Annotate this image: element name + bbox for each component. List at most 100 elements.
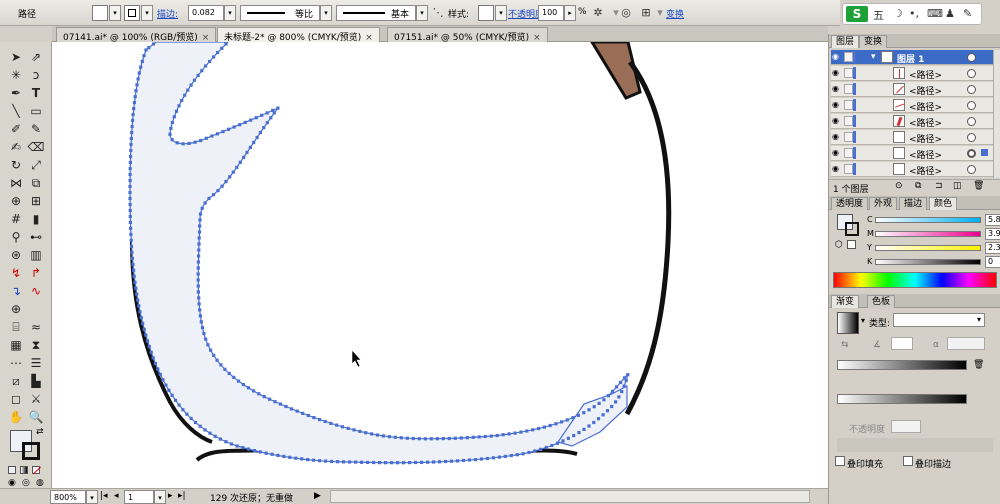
anchor-point[interactable]	[288, 455, 292, 459]
anchor-point[interactable]	[212, 193, 216, 197]
lasso-tool-icon[interactable]: ↄ	[26, 66, 46, 85]
anchor-point[interactable]	[245, 150, 249, 154]
anchor-point[interactable]	[189, 416, 193, 421]
tab-transform[interactable]: 变换	[859, 35, 888, 48]
anchor-point[interactable]	[560, 420, 564, 424]
anchor-point[interactable]	[423, 437, 427, 441]
anchor-point[interactable]	[241, 446, 245, 450]
anchor-point[interactable]	[129, 238, 133, 242]
anchor-point[interactable]	[213, 434, 217, 438]
anchor-point[interactable]	[265, 121, 269, 125]
anchor-point[interactable]	[384, 461, 388, 465]
anchor-point[interactable]	[432, 460, 436, 464]
gradient-thumbnail[interactable]	[837, 312, 859, 334]
mesh-tool-icon[interactable]: #	[6, 210, 26, 229]
none-swatch[interactable]	[847, 240, 856, 249]
anchor-point[interactable]	[252, 389, 256, 393]
anchor-point[interactable]	[192, 78, 197, 82]
recolor-icon[interactable]: ✲	[590, 5, 606, 21]
anchor-point[interactable]	[151, 42, 156, 46]
status-menu-icon[interactable]: ▶	[314, 491, 321, 501]
paintbrush-tool-icon[interactable]: ✐	[6, 120, 26, 139]
anchor-point[interactable]	[187, 141, 191, 145]
anchor-point[interactable]	[248, 145, 252, 149]
gradient-opacity-input[interactable]	[891, 420, 921, 433]
anchor-point[interactable]	[212, 55, 216, 59]
anchor-point[interactable]	[199, 320, 203, 324]
selection-square-icon[interactable]	[981, 149, 988, 156]
user-icon[interactable]: ♟	[945, 7, 955, 20]
anchor-point[interactable]	[429, 437, 433, 441]
clipping-mask-icon[interactable]: ⧉	[915, 181, 921, 191]
path-name[interactable]: <路径>	[909, 100, 942, 113]
anchor-point[interactable]	[544, 445, 548, 450]
anchor-point[interactable]	[372, 460, 376, 465]
zoom-level-field[interactable]: 800%	[50, 490, 86, 504]
anchor-point[interactable]	[128, 208, 132, 213]
stroke-swatch[interactable]	[124, 5, 140, 21]
aspect-icon[interactable]: ⍺	[933, 340, 939, 350]
gradient-tool-icon[interactable]: ▮	[26, 210, 46, 229]
anchor-point[interactable]	[231, 170, 235, 174]
anchor-point[interactable]	[204, 136, 208, 140]
anchor-point[interactable]	[393, 435, 397, 439]
fill-dropdown[interactable]: ▾	[109, 5, 121, 21]
draw-inside-icon[interactable]: ◍	[36, 478, 44, 488]
anchor-point[interactable]	[197, 242, 201, 246]
anchor-point[interactable]	[181, 408, 185, 412]
channel-value[interactable]: 5.88	[985, 214, 1000, 226]
anchor-point[interactable]	[208, 431, 212, 435]
anchor-point[interactable]	[137, 71, 141, 75]
tab-color[interactable]: 颜色	[929, 197, 958, 210]
anchor-point[interactable]	[477, 435, 481, 439]
anchor-point[interactable]	[531, 428, 535, 432]
tab-transparency[interactable]: 透明度	[831, 197, 869, 210]
anchor-point[interactable]	[491, 456, 495, 460]
anchor-point[interactable]	[200, 69, 204, 73]
reverse-gradient-icon[interactable]: ⇆	[841, 340, 849, 350]
target-circle-selected-icon[interactable]	[967, 149, 976, 158]
anchor-point[interactable]	[515, 453, 519, 457]
tab-appearance[interactable]: 外观	[869, 197, 898, 210]
zoom-dropdown[interactable]: ▾	[86, 490, 98, 504]
layer-row[interactable]: ◉ <路径>	[831, 82, 993, 97]
anchor-point[interactable]	[196, 278, 200, 282]
moon-icon[interactable]: ☽	[893, 7, 903, 20]
anchor-point[interactable]	[216, 51, 220, 55]
anchor-point[interactable]	[132, 274, 136, 278]
anchor-point[interactable]	[232, 375, 236, 379]
overprint-stroke-checkbox[interactable]	[903, 456, 913, 466]
brush-definition[interactable]: 基本	[336, 5, 416, 21]
anchor-point[interactable]	[132, 268, 136, 272]
anchor-point[interactable]	[180, 98, 184, 103]
anchor-point[interactable]	[622, 384, 626, 388]
anchor-point[interactable]	[312, 458, 316, 462]
graphic-style-icon[interactable]: ⋱	[430, 5, 446, 21]
anchor-point[interactable]	[128, 166, 132, 171]
anchor-point[interactable]	[210, 134, 214, 138]
artboard-crop-tool-icon[interactable]: ◻	[6, 390, 26, 409]
anchor-point[interactable]	[295, 409, 299, 413]
anchor-point[interactable]	[247, 447, 251, 451]
visibility-eye-icon[interactable]: ◉	[832, 69, 842, 77]
anchor-point[interactable]	[489, 434, 493, 438]
anchor-point[interactable]	[153, 361, 157, 366]
anchor-point[interactable]	[142, 54, 146, 58]
anchor-point[interactable]	[329, 421, 333, 425]
style-swatch[interactable]	[478, 5, 494, 21]
anchor-point[interactable]	[170, 393, 174, 397]
anchor-point[interactable]	[257, 392, 261, 396]
locate-object-icon[interactable]: ⊙	[895, 181, 903, 191]
anchor-point[interactable]	[330, 459, 334, 464]
anchor-point[interactable]	[196, 284, 200, 288]
anchor-point[interactable]	[224, 42, 228, 46]
anchor-point[interactable]	[133, 95, 137, 99]
channel-bar[interactable]	[875, 231, 981, 237]
anchor-point[interactable]	[175, 141, 179, 145]
anchor-point[interactable]	[147, 345, 151, 349]
anchor-point[interactable]	[224, 180, 228, 184]
soft-keyboard-icon[interactable]: ⌨	[927, 7, 943, 20]
apple-outline-right[interactable]	[624, 60, 672, 416]
tab-gradient[interactable]: 渐变	[831, 295, 860, 308]
anchor-point[interactable]	[592, 405, 596, 409]
